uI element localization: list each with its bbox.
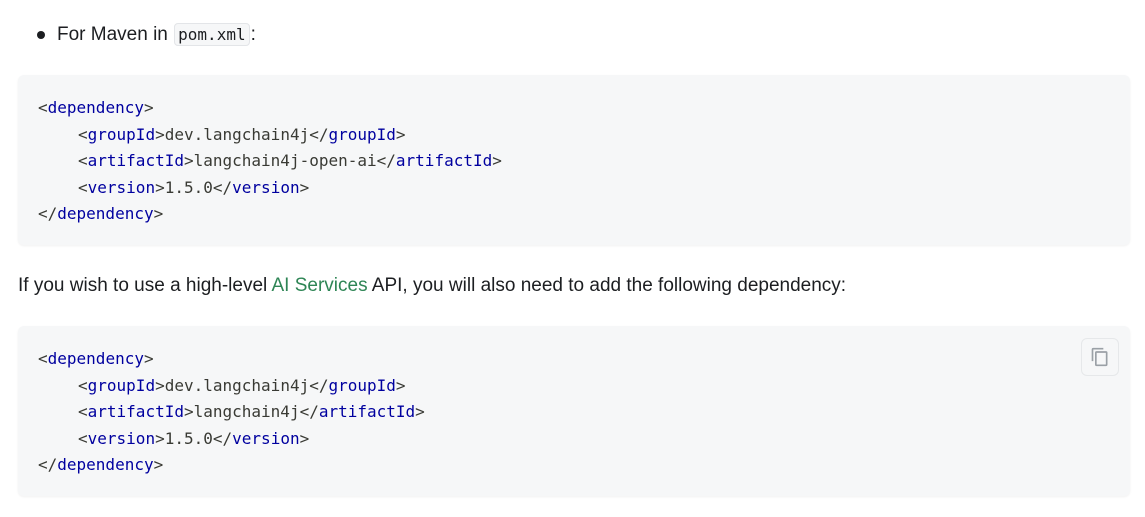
- bullet-text-suffix: :: [250, 24, 256, 45]
- code-tag-name: groupId: [87, 124, 156, 144]
- code-lines: <dependency> <groupId>dev.langchain4j</gr…: [38, 346, 425, 479]
- code-tag-name: version: [87, 177, 156, 197]
- bullet-dot: [37, 31, 45, 39]
- code-punct: >: [155, 428, 165, 448]
- code-punct: >: [299, 177, 310, 197]
- code-line: <dependency>: [38, 346, 425, 373]
- paragraph-text-after: API, you will also need to add the follo…: [367, 275, 847, 296]
- code-text-content: dev.langchain4j: [164, 375, 310, 395]
- code-punct: <: [38, 349, 48, 368]
- code-punct: >: [155, 375, 165, 395]
- code-line: <artifactId>langchain4j</artifactId>: [38, 399, 425, 426]
- inline-code-pom-xml: pom.xml: [174, 23, 250, 46]
- code-tag-name: artifactId: [395, 151, 493, 170]
- code-punct: </: [38, 204, 58, 223]
- code-line: <groupId>dev.langchain4j</groupId>: [38, 122, 502, 149]
- code-punct: >: [155, 124, 165, 144]
- copy-icon: [1091, 347, 1108, 367]
- paragraph-ai-services: If you wish to use a high-level AI Servi…: [18, 273, 846, 299]
- code-punct: </: [309, 375, 329, 395]
- code-punct: >: [153, 204, 164, 223]
- code-block-maven-open-ai[interactable]: <dependency> <groupId>dev.langchain4j</gr…: [18, 75, 1130, 245]
- code-tag-name: artifactId: [87, 151, 184, 170]
- code-punct: <: [78, 375, 88, 395]
- code-line: <version>1.5.0</version>: [38, 426, 425, 453]
- code-tag-name: version: [87, 428, 156, 448]
- code-punct: >: [492, 151, 502, 170]
- code-punct: <: [78, 177, 88, 197]
- ai-services-link[interactable]: AI Services: [271, 275, 367, 296]
- code-line: </dependency>: [38, 201, 502, 228]
- code-tag-name: groupId: [328, 375, 396, 395]
- code-tag-name: dependency: [57, 204, 154, 223]
- code-punct: >: [395, 375, 406, 395]
- code-tag-name: artifactId: [87, 402, 184, 421]
- code-punct: >: [155, 177, 165, 197]
- code-punct: >: [143, 98, 154, 117]
- code-punct: >: [415, 402, 425, 421]
- code-text-content: langchain4j-open-ai: [193, 151, 377, 170]
- code-text-content: langchain4j: [193, 402, 300, 421]
- code-tag-name: groupId: [328, 124, 396, 144]
- code-punct: </: [376, 151, 396, 170]
- code-punct: </: [309, 124, 329, 144]
- code-punct: <: [78, 428, 88, 448]
- code-punct: <: [78, 124, 88, 144]
- code-punct: >: [143, 349, 154, 368]
- copy-button[interactable]: [1081, 338, 1119, 376]
- code-punct: </: [212, 177, 233, 197]
- code-line: </dependency>: [38, 452, 425, 479]
- code-line: <version>1.5.0</version>: [38, 175, 502, 202]
- copy-button-wrapper: [1081, 326, 1119, 386]
- code-punct: <: [78, 402, 88, 421]
- code-tag-name: version: [232, 177, 300, 197]
- code-punct: >: [395, 124, 406, 144]
- code-tag-name: dependency: [47, 349, 144, 368]
- bullet-text-prefix: For Maven in: [57, 24, 174, 45]
- code-text-content: dev.langchain4j: [164, 124, 310, 144]
- code-lines: <dependency> <groupId>dev.langchain4j</gr…: [38, 95, 502, 228]
- code-tag-name: dependency: [57, 455, 154, 474]
- code-punct: >: [153, 455, 164, 474]
- code-punct: >: [183, 402, 194, 421]
- code-tag-name: dependency: [47, 98, 144, 117]
- code-punct: </: [38, 455, 58, 474]
- code-tag-name: version: [232, 428, 300, 448]
- code-text-content: 1.5.0: [164, 428, 213, 448]
- code-punct: <: [38, 98, 48, 117]
- code-line: <artifactId>langchain4j-open-ai</artifac…: [38, 148, 502, 175]
- code-tag-name: groupId: [87, 375, 156, 395]
- paragraph-text-before: If you wish to use a high-level: [18, 275, 272, 296]
- code-text-content: 1.5.0: [164, 177, 213, 197]
- bullet-item: For Maven in pom.xml:: [57, 22, 256, 48]
- code-line: <dependency>: [38, 95, 502, 122]
- code-punct: </: [299, 402, 319, 421]
- code-tag-name: artifactId: [318, 402, 416, 421]
- code-line: <groupId>dev.langchain4j</groupId>: [38, 373, 425, 400]
- code-punct: >: [299, 428, 310, 448]
- code-block-maven-langchain4j[interactable]: <dependency> <groupId>dev.langchain4j</gr…: [18, 326, 1130, 496]
- code-punct: >: [183, 151, 194, 170]
- code-punct: <: [78, 151, 88, 170]
- code-punct: </: [212, 428, 233, 448]
